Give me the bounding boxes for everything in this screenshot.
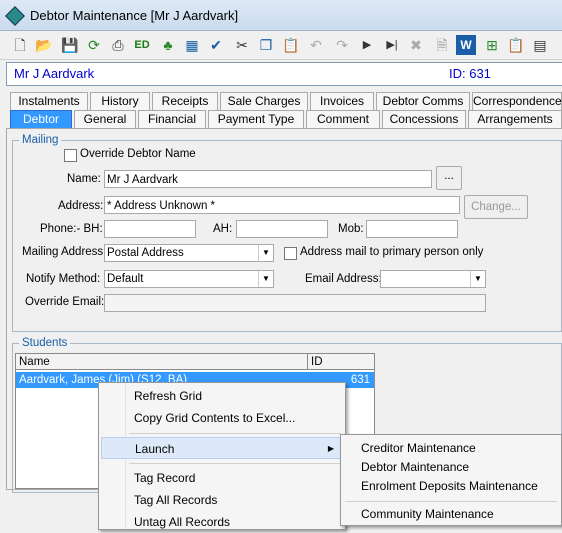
app-icon <box>5 6 25 26</box>
menu-item-copy-grid[interactable]: Copy Grid Contents to Excel... <box>99 407 345 429</box>
phone-mob-field[interactable] <box>366 220 458 238</box>
grid-header-name[interactable]: Name <box>16 354 308 370</box>
email-address-select[interactable]: ▼ <box>380 270 486 288</box>
redo-icon[interactable]: ↷ <box>332 35 352 55</box>
name-field[interactable]: Mr J Aardvark <box>104 170 432 188</box>
tab-receipts[interactable]: Receipts <box>152 92 218 110</box>
tab-correspondence[interactable]: Correspondence <box>472 92 562 110</box>
name-ellipsis-button[interactable]: ... <box>436 166 462 190</box>
launch-label: Launch <box>135 442 175 456</box>
window-title: Debtor Maintenance [Mr J Aardvark] <box>30 8 239 23</box>
override-email-label: Override Email: <box>25 296 105 308</box>
refresh-icon[interactable]: ⟳ <box>84 35 104 55</box>
word-icon[interactable]: W <box>456 35 476 55</box>
menu-item-launch[interactable]: Launch ▶ <box>101 437 341 459</box>
submenu-arrow-icon: ▶ <box>327 444 334 453</box>
tab-instalments[interactable]: Instalments <box>10 92 88 110</box>
launch-submenu: Creditor Maintenance Debtor Maintenance … <box>340 434 562 526</box>
name-label: Name: <box>67 173 101 185</box>
open-icon[interactable]: 📂 <box>34 35 54 55</box>
submenu-item-enrolment-deposits[interactable]: Enrolment Deposits Maintenance <box>341 475 561 497</box>
students-legend: Students <box>22 337 68 349</box>
tab-general[interactable]: General <box>74 110 136 128</box>
phone-bh-label: Phone:- BH: <box>40 223 103 235</box>
phone-mob-label: Mob: <box>338 223 364 235</box>
notify-method-label: Notify Method: <box>26 273 101 285</box>
override-email-field[interactable] <box>104 294 486 312</box>
address-field[interactable]: * Address Unknown * <box>104 196 460 214</box>
undo-icon[interactable]: ↶ <box>306 35 326 55</box>
menu-item-tag-record[interactable]: Tag Record <box>99 467 345 489</box>
toolbar: 🗋 📂 💾 ⟳ ⎙ ED ♣ ▦ ✔ ✂ ❐ 📋 ↶ ↷ ▶ ▶| ✖ 🗎 W … <box>0 31 562 60</box>
paste-icon[interactable]: 📋 <box>281 35 301 55</box>
mailing-address-select[interactable]: Postal Address ▼ <box>104 244 274 262</box>
tab-row-front: Debtor General Financial Payment Type Co… <box>0 110 562 128</box>
address-label: Address: <box>58 200 104 212</box>
phone-ah-label: AH: <box>213 223 233 235</box>
phone-bh-field[interactable] <box>104 220 196 238</box>
student-id: 631 <box>350 374 370 386</box>
email-address-label: Email Address: <box>305 273 382 285</box>
primary-person-label: Address mail to primary person only <box>300 246 484 258</box>
edit-icon[interactable]: ED <box>132 35 152 55</box>
new-icon[interactable]: 🗋 <box>10 35 30 55</box>
tab-debtor[interactable]: Debtor <box>10 110 72 128</box>
tab-arrangements[interactable]: Arrangements <box>468 110 562 128</box>
context-menu: Refresh Grid Copy Grid Contents to Excel… <box>98 382 346 530</box>
tab-history[interactable]: History <box>90 92 150 110</box>
grid-header-id[interactable]: ID <box>308 354 374 370</box>
debtor-id: ID: 631 <box>449 66 491 81</box>
mailing-address-value: Postal Address <box>107 247 184 259</box>
debtor-header: Mr J Aardvark ID: 631 <box>6 62 562 86</box>
notify-method-value: Default <box>107 273 144 285</box>
copy-icon[interactable]: ❐ <box>256 35 276 55</box>
tab-sale-charges[interactable]: Sale Charges <box>220 92 308 110</box>
tab-debtor-comms[interactable]: Debtor Comms <box>376 92 470 110</box>
cut-icon[interactable]: ✂ <box>232 35 252 55</box>
override-name-label: Override Debtor Name <box>80 148 196 160</box>
tab-concessions[interactable]: Concessions <box>382 110 466 128</box>
play-icon[interactable]: ▶ <box>357 35 377 55</box>
tab-financial[interactable]: Financial <box>138 110 206 128</box>
grid-icon[interactable]: ⊞ <box>482 35 502 55</box>
tab-row-back: Instalments History Receipts Sale Charge… <box>0 92 562 110</box>
save-icon[interactable]: 💾 <box>60 35 80 55</box>
skip-icon[interactable]: ▶| <box>382 35 402 55</box>
primary-person-checkbox[interactable] <box>284 247 297 260</box>
menu-item-tag-all[interactable]: Tag All Records <box>99 489 345 511</box>
tree-icon[interactable]: ♣ <box>158 35 178 55</box>
delete-icon[interactable]: ✖ <box>406 35 426 55</box>
calendar-icon[interactable]: ▤ <box>530 35 550 55</box>
notify-method-select[interactable]: Default ▼ <box>104 270 274 288</box>
chevron-down-icon[interactable]: ▼ <box>470 271 485 287</box>
tab-payment-type[interactable]: Payment Type <box>208 110 304 128</box>
debtor-name: Mr J Aardvark <box>14 66 95 81</box>
doc-icon[interactable]: 🗎 <box>432 35 452 55</box>
mailing-legend: Mailing <box>22 134 59 146</box>
print-icon[interactable]: ⎙ <box>108 35 128 55</box>
change-address-button[interactable]: Change... <box>464 195 528 219</box>
chevron-down-icon[interactable]: ▼ <box>258 271 273 287</box>
override-name-checkbox[interactable] <box>64 149 77 162</box>
mailing-address-label: Mailing Address: <box>22 246 107 258</box>
tab-comment[interactable]: Comment <box>306 110 380 128</box>
title-bar: Debtor Maintenance [Mr J Aardvark] <box>0 0 562 31</box>
spellcheck-icon[interactable]: ✔ <box>206 35 226 55</box>
table-icon[interactable]: ▦ <box>182 35 202 55</box>
chevron-down-icon[interactable]: ▼ <box>258 245 273 261</box>
menu-item-refresh-grid[interactable]: Refresh Grid <box>99 385 345 407</box>
clipboard-icon[interactable]: 📋 <box>506 35 526 55</box>
submenu-item-community-maintenance[interactable]: Community Maintenance <box>341 503 561 525</box>
tab-invoices[interactable]: Invoices <box>310 92 374 110</box>
menu-item-untag-all[interactable]: Untag All Records <box>99 511 345 533</box>
phone-ah-field[interactable] <box>236 220 328 238</box>
